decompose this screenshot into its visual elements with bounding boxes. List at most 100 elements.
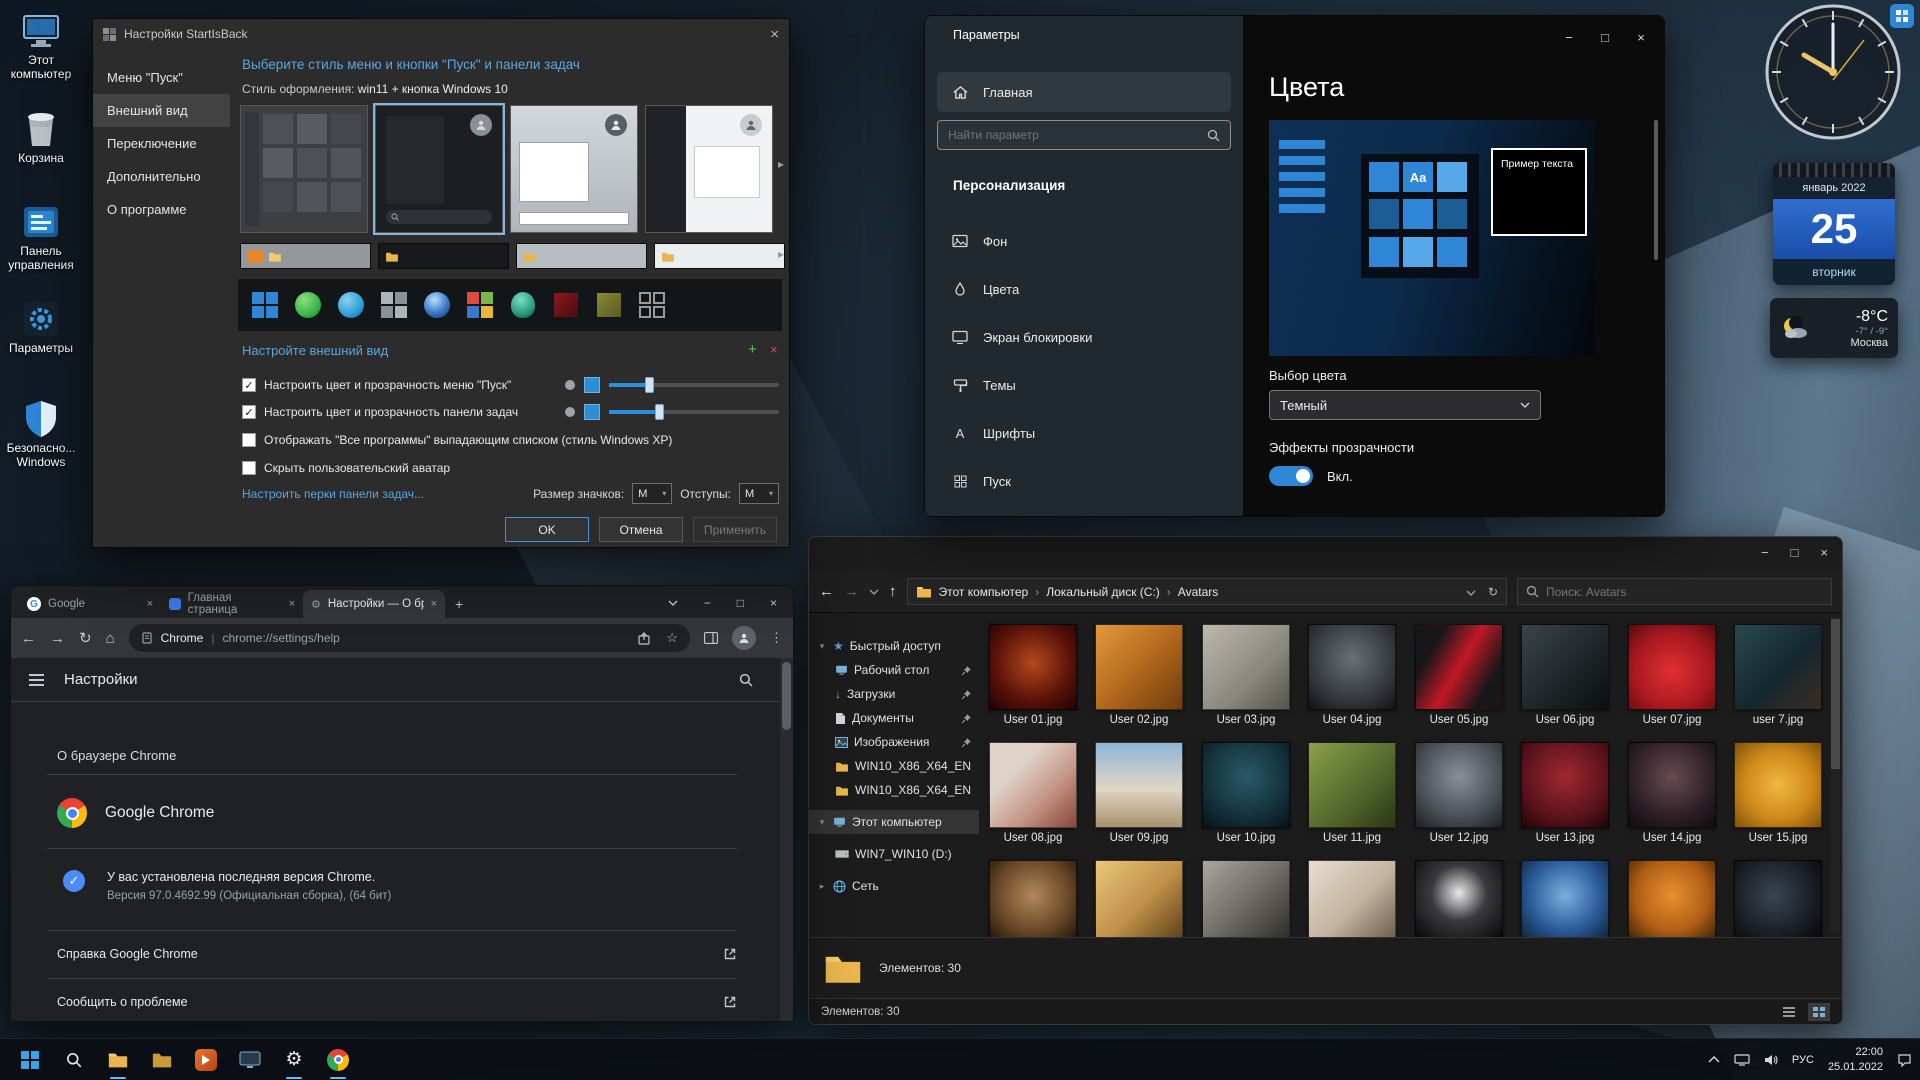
page-scrollbar[interactable] <box>1654 120 1658 260</box>
clock-gadget[interactable] <box>1763 2 1903 142</box>
tray-expand-chevron[interactable] <box>1708 1056 1720 1063</box>
expand-arrow-icon[interactable]: ▾ <box>817 817 827 828</box>
transparency-slider[interactable] <box>609 383 779 387</box>
file-item[interactable] <box>1196 860 1296 937</box>
tab-home-page[interactable]: Главная страница× <box>161 590 303 618</box>
recent-locations-chevron[interactable] <box>869 589 879 595</box>
apply-button[interactable]: Применить <box>693 517 777 542</box>
breadcrumb-disk-c[interactable]: Локальный диск (C:) <box>1046 585 1160 599</box>
tree-item-folder[interactable]: WIN10_X86_X64_EN <box>809 778 979 802</box>
start-style-olive[interactable] <box>594 290 624 320</box>
file-item[interactable]: User 01.jpg <box>983 624 1083 726</box>
check-row-all-programs[interactable]: ✓ Отображать "Все программы" выпадающим … <box>242 428 779 452</box>
tree-item-documents[interactable]: Документы <box>809 706 979 730</box>
explorer-scrollbar[interactable] <box>1831 617 1840 933</box>
start-style-blue-orb[interactable] <box>336 290 366 320</box>
nav-colors[interactable]: Цвета <box>937 269 1231 309</box>
add-style-icon[interactable]: + <box>748 341 757 358</box>
help-row[interactable]: Справка Google Chrome <box>57 930 737 978</box>
address-dropdown-chevron[interactable] <box>1466 590 1476 596</box>
gadget-control-icon[interactable] <box>1890 4 1914 28</box>
taskbar-preview-3[interactable] <box>516 243 647 269</box>
style-preview-white[interactable] <box>645 105 773 233</box>
start-style-alien[interactable] <box>508 290 538 320</box>
file-item[interactable]: User 08.jpg <box>983 742 1083 844</box>
file-item[interactable]: user 7.jpg <box>1728 624 1828 726</box>
minimize-button[interactable]: − <box>1761 545 1769 560</box>
details-view-button[interactable] <box>1778 1003 1800 1021</box>
style-preview-dark-selected[interactable] <box>375 105 503 233</box>
file-item[interactable]: User 04.jpg <box>1302 624 1402 726</box>
color-swatch[interactable] <box>584 404 600 420</box>
scroll-right-arrow[interactable]: ▸ <box>778 157 784 171</box>
file-item[interactable]: User 06.jpg <box>1515 624 1615 726</box>
desktop-icon-this-pc[interactable]: Этот компьютер <box>0 14 82 82</box>
side-panel-icon[interactable] <box>704 632 718 644</box>
nav-lock-screen[interactable]: Экран блокировки <box>937 317 1231 357</box>
nav-appearance[interactable]: Внешний вид <box>93 94 230 127</box>
file-item[interactable]: User 03.jpg <box>1196 624 1296 726</box>
file-item[interactable] <box>1622 860 1722 937</box>
start-style-color-flag[interactable] <box>465 290 495 320</box>
close-button[interactable]: × <box>1626 26 1656 48</box>
color-knob[interactable] <box>565 407 575 417</box>
file-item[interactable]: User 10.jpg <box>1196 742 1296 844</box>
file-item[interactable]: User 12.jpg <box>1409 742 1509 844</box>
thumbnail-view-button[interactable] <box>1808 1003 1830 1021</box>
file-item[interactable]: User 13.jpg <box>1515 742 1615 844</box>
check-row-start-color[interactable]: ✓ Настроить цвет и прозрачность меню "Пу… <box>242 373 779 397</box>
file-item[interactable] <box>1089 860 1189 937</box>
report-row[interactable]: Сообщить о проблеме <box>57 978 737 1022</box>
checkbox-checked[interactable]: ✓ <box>242 405 256 419</box>
cancel-button[interactable]: Отмена <box>599 517 683 542</box>
back-icon[interactable]: ← <box>21 630 36 647</box>
file-item[interactable] <box>983 860 1083 937</box>
file-item[interactable]: User 11.jpg <box>1302 742 1402 844</box>
weather-gadget[interactable]: -8°C -7° / -9° Москва <box>1770 298 1898 358</box>
settings-search-input[interactable] <box>948 128 1207 142</box>
taskbar-settings-button[interactable]: ⚙ <box>272 1040 316 1080</box>
settings-search-box[interactable] <box>937 120 1231 150</box>
tab-settings-about[interactable]: ⚙Настройки — О бра× <box>303 590 445 618</box>
nav-themes[interactable]: Темы <box>937 365 1231 405</box>
tree-item-quick-access[interactable]: ▾★Быстрый доступ <box>809 634 979 658</box>
file-item[interactable]: User 02.jpg <box>1089 624 1189 726</box>
maximize-button[interactable]: □ <box>1791 545 1799 560</box>
nav-about[interactable]: О программе <box>93 193 230 226</box>
desktop-icon-recycle-bin[interactable]: Корзина <box>0 108 82 166</box>
share-icon[interactable] <box>638 632 650 645</box>
language-indicator[interactable]: РУС <box>1792 1054 1814 1066</box>
calendar-gadget[interactable]: январь 2022 25 вторник <box>1773 163 1895 285</box>
menu-dots-icon[interactable]: ⋮ <box>770 630 783 646</box>
tree-item-downloads[interactable]: ↓Загрузки <box>809 682 979 706</box>
minimize-button[interactable]: − <box>1554 26 1584 48</box>
expand-arrow-icon[interactable]: ▸ <box>817 881 827 892</box>
address-url[interactable]: chrome://settings/help <box>222 631 339 645</box>
tab-close-icon[interactable]: × <box>289 598 295 610</box>
desktop-icon-windows-security[interactable]: Безопасно... Windows <box>0 400 82 470</box>
taskbar-preview-1[interactable] <box>240 243 371 269</box>
nav-background[interactable]: Фон <box>937 221 1231 261</box>
tree-item-network[interactable]: ▸Сеть <box>809 874 979 898</box>
page-scrollbar[interactable] <box>780 658 793 1021</box>
refresh-icon[interactable]: ↻ <box>1488 585 1498 599</box>
profile-avatar[interactable] <box>732 626 756 650</box>
close-button[interactable]: × <box>770 596 777 610</box>
nav-fonts[interactable]: AШрифты <box>937 413 1231 453</box>
desktop-icon-settings[interactable]: Параметры <box>0 300 82 356</box>
style-preview-light[interactable] <box>510 105 638 233</box>
file-item[interactable]: User 14.jpg <box>1622 742 1722 844</box>
tab-close-icon[interactable]: × <box>147 598 153 610</box>
start-style-win11[interactable] <box>250 290 280 320</box>
explorer-search-input[interactable] <box>1546 585 1796 599</box>
taskbar-display-app-button[interactable] <box>228 1040 272 1080</box>
breadcrumb-this-pc[interactable]: Этот компьютер <box>939 585 1029 599</box>
start-style-win7-orb[interactable] <box>422 290 452 320</box>
nav-switching[interactable]: Переключение <box>93 127 230 160</box>
file-item[interactable] <box>1302 860 1402 937</box>
color-knob[interactable] <box>565 380 575 390</box>
start-style-dark-red[interactable] <box>551 290 581 320</box>
up-button[interactable]: ↑ <box>889 583 897 600</box>
back-button[interactable]: ← <box>819 583 834 600</box>
address-bar[interactable]: Chrome | chrome://settings/help ☆ <box>129 624 690 652</box>
